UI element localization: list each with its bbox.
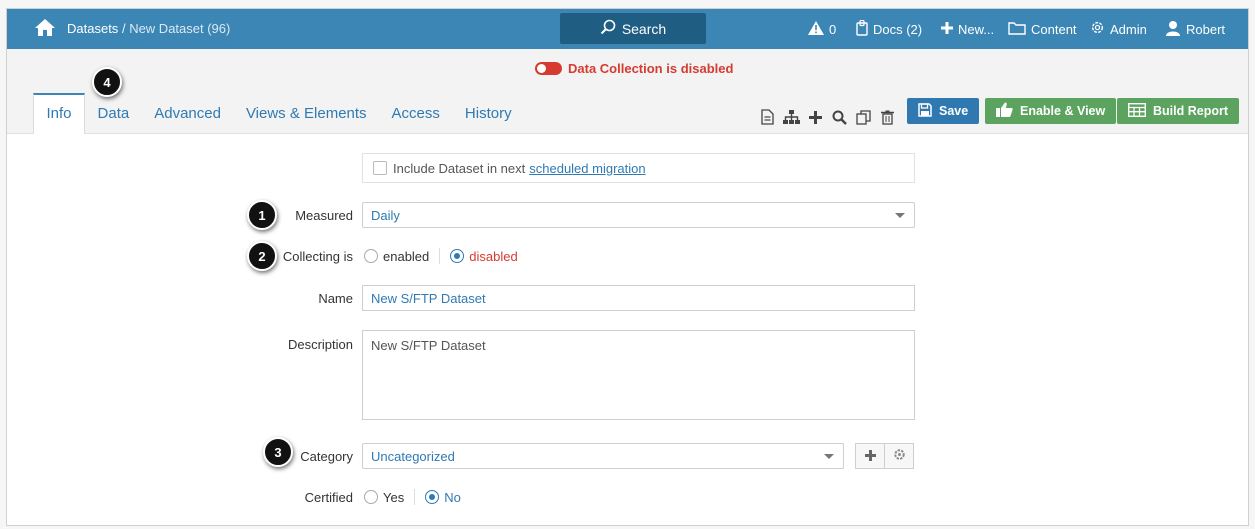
- toolbar-icons: [755, 107, 899, 127]
- new-menu[interactable]: New...: [941, 9, 994, 49]
- certified-no-label: No: [444, 489, 461, 505]
- collecting-enabled-radio[interactable]: enabled: [364, 249, 429, 264]
- data-collection-status[interactable]: Data Collection is disabled: [535, 61, 733, 76]
- category-label: Category: [300, 449, 353, 464]
- save-label: Save: [939, 104, 969, 118]
- description-label: Description: [287, 337, 353, 352]
- tab-history[interactable]: History: [452, 93, 524, 134]
- category-select[interactable]: Uncategorized: [362, 443, 844, 469]
- tab-advanced[interactable]: Advanced: [142, 93, 234, 134]
- migration-text: Include Dataset in next: [393, 160, 526, 176]
- user-menu[interactable]: Robert: [1165, 9, 1225, 49]
- certified-no-radio[interactable]: No: [425, 490, 461, 505]
- name-label: Name: [318, 291, 353, 306]
- hierarchy-icon[interactable]: [779, 107, 803, 127]
- tab-data[interactable]: Data: [85, 93, 142, 134]
- content-label: Content: [1031, 21, 1077, 37]
- docs-menu[interactable]: Docs (2): [856, 9, 922, 49]
- thumbs-up-icon: [996, 102, 1013, 120]
- save-icon: [918, 102, 932, 120]
- admin-label: Admin: [1110, 21, 1147, 37]
- user-icon: [1165, 20, 1181, 39]
- enable-view-button[interactable]: Enable & View: [985, 98, 1117, 124]
- plus-icon[interactable]: [803, 107, 827, 127]
- folder-icon: [1008, 21, 1026, 38]
- alerts-count: 0: [829, 21, 837, 37]
- add-category-button[interactable]: [855, 443, 885, 469]
- admin-menu[interactable]: Admin: [1090, 9, 1147, 49]
- page-header: Data Collection is disabled Info Data Ad…: [7, 49, 1248, 134]
- tab-bar: Info Data Advanced Views & Elements Acce…: [33, 93, 524, 134]
- certified-yes-label: Yes: [383, 489, 405, 505]
- tab-views-elements[interactable]: Views & Elements: [233, 93, 379, 134]
- collecting-disabled-radio[interactable]: disabled: [450, 248, 518, 264]
- category-settings-button[interactable]: [884, 443, 914, 469]
- gear-icon: [893, 448, 906, 464]
- tab-info[interactable]: Info: [33, 93, 86, 134]
- enable-view-label: Enable & View: [1020, 104, 1106, 118]
- callout-2: 2: [247, 241, 277, 271]
- document-icon[interactable]: [755, 107, 779, 127]
- tab-access[interactable]: Access: [379, 93, 452, 134]
- measured-select[interactable]: Daily: [362, 202, 915, 228]
- table-icon: [1127, 102, 1147, 120]
- breadcrumb: Datasets / New Dataset (96): [67, 21, 230, 36]
- breadcrumb-current: New Dataset (96): [129, 21, 231, 36]
- divider: [414, 489, 416, 505]
- radio-circle-icon: [364, 490, 378, 504]
- migration-option: Include Dataset in next scheduled migrat…: [362, 153, 915, 183]
- attachment-icon: [856, 19, 868, 39]
- build-report-label: Build Report: [1153, 104, 1228, 118]
- radio-selected-icon: [450, 249, 465, 263]
- collecting-radio-group: enabled disabled: [364, 248, 518, 264]
- radio-selected-icon: [425, 490, 440, 504]
- category-value: Uncategorized: [371, 448, 455, 464]
- app-window: Datasets / New Dataset (96) Search 0 Doc…: [6, 8, 1249, 526]
- migration-checkbox[interactable]: [373, 161, 387, 175]
- content-menu[interactable]: Content: [1008, 9, 1077, 49]
- save-button[interactable]: Save: [907, 98, 980, 124]
- breadcrumb-separator: /: [121, 21, 126, 36]
- measured-value: Daily: [371, 207, 400, 223]
- toggle-icon[interactable]: [535, 62, 562, 75]
- certified-yes-radio[interactable]: Yes: [364, 490, 404, 505]
- warning-icon: [808, 20, 824, 38]
- breadcrumb-root[interactable]: Datasets: [67, 21, 118, 36]
- scheduled-migration-link[interactable]: scheduled migration: [529, 161, 645, 176]
- new-label: New...: [958, 21, 995, 37]
- gear-icon: [1090, 20, 1105, 38]
- name-field[interactable]: New S/FTP Dataset: [362, 285, 915, 311]
- copy-icon[interactable]: [851, 107, 875, 127]
- search-icon: [600, 19, 616, 38]
- search-label: Search: [621, 20, 667, 37]
- build-report-button[interactable]: Build Report: [1117, 98, 1239, 124]
- chevron-down-icon: [824, 454, 834, 459]
- user-name: Robert: [1186, 21, 1226, 37]
- plus-icon: [864, 449, 876, 464]
- data-collection-status-text: Data Collection is disabled: [568, 61, 734, 76]
- search-icon[interactable]: [827, 107, 851, 127]
- divider: [439, 248, 441, 264]
- collecting-disabled-label: disabled: [469, 248, 518, 264]
- trash-icon[interactable]: [875, 107, 899, 127]
- home-icon[interactable]: [34, 18, 56, 40]
- search-button[interactable]: Search: [560, 13, 706, 44]
- top-navigation-bar: Datasets / New Dataset (96) Search 0 Doc…: [7, 9, 1248, 49]
- plus-icon: [941, 21, 953, 37]
- docs-label: Docs (2): [873, 21, 923, 37]
- alerts-menu[interactable]: 0: [808, 9, 836, 49]
- certified-label: Certified: [304, 490, 353, 505]
- callout-1: 1: [247, 200, 277, 230]
- callout-4: 4: [92, 67, 122, 97]
- collecting-enabled-label: enabled: [383, 248, 430, 264]
- certified-radio-group: Yes No: [364, 489, 461, 505]
- description-field[interactable]: New S/FTP Dataset: [362, 330, 915, 420]
- radio-circle-icon: [364, 249, 378, 263]
- callout-3: 3: [263, 437, 293, 467]
- chevron-down-icon: [895, 213, 905, 218]
